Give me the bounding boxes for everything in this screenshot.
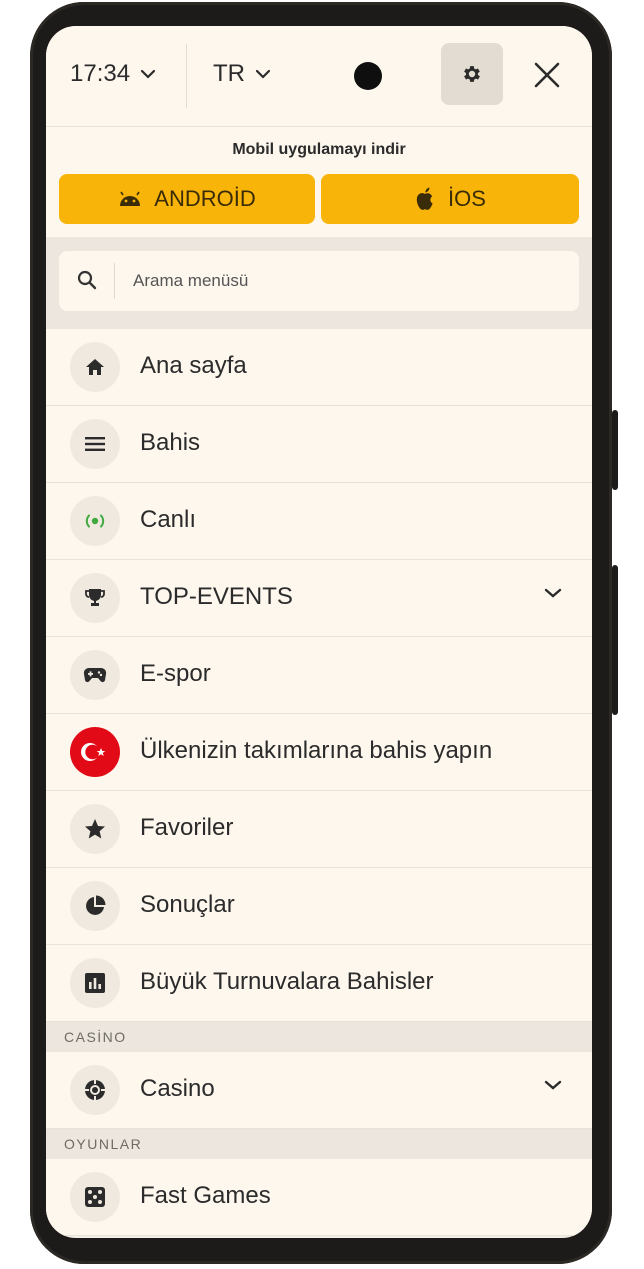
home-icon <box>70 342 120 392</box>
menu-item-favorites[interactable]: Favoriler <box>46 791 592 868</box>
android-download-button[interactable]: ANDROİD <box>59 174 315 224</box>
time-selector[interactable]: 17:34 <box>70 60 156 88</box>
menu-item-home[interactable]: Ana sayfa <box>46 329 592 406</box>
settings-button[interactable] <box>441 43 503 105</box>
search-icon <box>77 270 97 290</box>
phone-side-button <box>612 410 618 490</box>
android-icon <box>120 191 141 206</box>
menu-item-results[interactable]: Sonuçlar <box>46 868 592 945</box>
turkey-flag-icon <box>70 727 120 777</box>
menu-item-label: TOP-EVENTS <box>140 583 293 610</box>
live-broadcast-icon <box>70 496 120 546</box>
main-menu: Ana sayfa Bahis Canlı TOP-EVENTS E-spor … <box>46 329 592 1236</box>
trophy-icon <box>70 573 120 623</box>
language-selector[interactable]: TR <box>213 60 271 88</box>
ios-download-button[interactable]: İOS <box>321 174 579 224</box>
dice-icon <box>70 1172 120 1222</box>
menu-item-label: Casino <box>140 1075 215 1102</box>
header-divider <box>186 44 187 108</box>
menu-item-label: Canlı <box>140 506 197 533</box>
gamepad-icon <box>70 650 120 700</box>
menu-item-label: Favoriler <box>140 814 234 841</box>
top-bar: 17:34 TR <box>46 26 592 127</box>
search-input[interactable]: Arama menüsü <box>59 251 579 311</box>
app-download-section: Mobil uygulamayı indir ANDROİD İOS <box>46 127 592 237</box>
menu-item-label: Ülkenizin takımlarına bahis yapın <box>140 737 493 764</box>
search-placeholder: Arama menüsü <box>133 271 249 290</box>
phone-side-button <box>612 565 618 715</box>
menu-item-bets[interactable]: Bahis <box>46 406 592 483</box>
search-separator <box>114 263 115 299</box>
menu-item-live[interactable]: Canlı <box>46 483 592 560</box>
menu-item-label: Fast Games <box>140 1182 271 1209</box>
chevron-down-icon <box>140 69 156 79</box>
menu-item-label: Büyük Turnuvalara Bahisler <box>140 968 434 995</box>
language-value: TR <box>213 60 245 87</box>
menu-item-label: Sonuçlar <box>140 891 235 918</box>
front-camera <box>354 62 382 90</box>
menu-item-big-tournaments[interactable]: Büyük Turnuvalara Bahisler <box>46 945 592 1022</box>
list-icon <box>70 419 120 469</box>
android-label: ANDROİD <box>154 186 256 211</box>
close-button[interactable] <box>524 52 570 98</box>
menu-item-label: Ana sayfa <box>140 352 247 379</box>
chevron-down-icon <box>255 69 271 79</box>
menu-item-fast-games[interactable]: Fast Games <box>46 1159 592 1236</box>
menu-item-casino[interactable]: Casino <box>46 1052 592 1129</box>
bar-chart-icon <box>70 958 120 1008</box>
pie-chart-icon <box>70 881 120 931</box>
section-header-casino: CASİNO <box>46 1022 592 1052</box>
ios-label: İOS <box>448 186 486 211</box>
search-section: Arama menüsü <box>46 237 592 329</box>
casino-chip-icon <box>70 1065 120 1115</box>
apple-icon <box>416 187 433 210</box>
gear-icon <box>464 66 480 82</box>
close-icon <box>534 62 560 88</box>
menu-item-top-events[interactable]: TOP-EVENTS <box>46 560 592 637</box>
screen: 17:34 TR Mobil uygulamayı indir ANDROİD <box>46 26 592 1238</box>
menu-item-label: Bahis <box>140 429 201 456</box>
section-header-games: OYUNLAR <box>46 1129 592 1159</box>
star-icon <box>70 804 120 854</box>
menu-item-country-teams[interactable]: Ülkenizin takımlarına bahis yapın <box>46 714 592 791</box>
app-download-title: Mobil uygulamayı indir <box>232 141 406 158</box>
chevron-down-icon[interactable] <box>544 1079 562 1091</box>
menu-item-esports[interactable]: E-spor <box>46 637 592 714</box>
time-value: 17:34 <box>70 60 131 87</box>
menu-item-label: E-spor <box>140 660 211 687</box>
chevron-down-icon[interactable] <box>544 587 562 599</box>
